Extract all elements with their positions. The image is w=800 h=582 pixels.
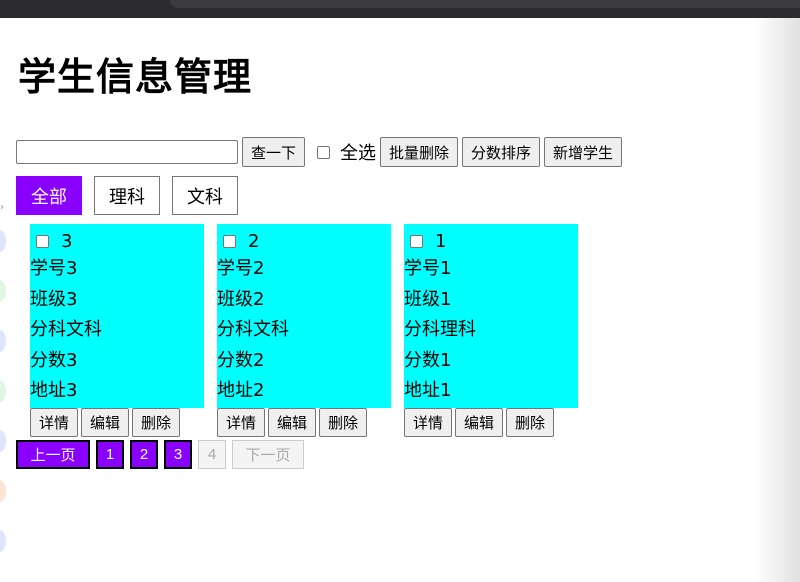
student-address: 地址2 <box>217 380 265 401</box>
student-class: 班级3 <box>30 288 78 310</box>
next-page-button[interactable]: 下一页 <box>232 440 304 469</box>
edit-button[interactable]: 编辑 <box>81 408 130 437</box>
filter-science-button[interactable]: 理科 <box>94 176 160 215</box>
select-all-checkbox[interactable] <box>317 145 331 159</box>
details-button[interactable]: 详情 <box>30 408 79 437</box>
batch-delete-button[interactable]: 批量删除 <box>380 137 459 167</box>
browser-tab-edge <box>170 0 800 8</box>
student-track: 分科文科 <box>30 319 102 340</box>
student-card-actions: 详情 编辑 删除 <box>30 408 204 437</box>
student-number: 学号1 <box>404 258 452 279</box>
student-card-header: 2 <box>217 228 391 254</box>
search-button[interactable]: 查一下 <box>242 137 306 167</box>
side-dot-icon <box>0 330 6 352</box>
page-button-1[interactable]: 1 <box>96 440 124 469</box>
details-button[interactable]: 详情 <box>217 408 266 437</box>
student-address: 地址3 <box>30 380 78 401</box>
details-button[interactable]: 详情 <box>404 408 453 437</box>
page-button-3[interactable]: 3 <box>164 440 192 469</box>
student-card-body: 2 学号2 班级2 分科文科 分数2 地址2 <box>217 224 391 408</box>
side-dot-icon <box>0 480 6 502</box>
window-edge-shadow <box>755 18 800 582</box>
track-filters: 全部 理科 文科 <box>16 176 250 215</box>
sort-by-score-button[interactable]: 分数排序 <box>462 137 541 167</box>
page-button-4[interactable]: 4 <box>198 440 226 469</box>
student-card-body: 1 学号1 班级1 分科理科 分数1 地址1 <box>404 224 578 408</box>
edit-button[interactable]: 编辑 <box>268 408 317 437</box>
toolbar: 查一下 全选 批量删除 分数排序 新增学生 <box>16 137 623 167</box>
select-all[interactable]: 全选 <box>317 139 376 165</box>
student-card-header: 3 <box>30 228 204 254</box>
search-input[interactable] <box>16 140 238 164</box>
student-number: 学号2 <box>217 258 265 279</box>
student-card: 3 学号3 班级3 分科文科 分数3 地址3 详情 编辑 删除 <box>30 224 204 437</box>
student-score: 分数2 <box>217 349 265 371</box>
student-select-checkbox[interactable] <box>223 234 236 248</box>
student-card-body: 3 学号3 班级3 分科文科 分数3 地址3 <box>30 224 204 408</box>
delete-button[interactable]: 删除 <box>506 408 555 437</box>
student-card: 2 学号2 班级2 分科文科 分数2 地址2 详情 编辑 删除 <box>217 224 391 437</box>
add-student-button[interactable]: 新增学生 <box>544 137 623 167</box>
student-select-checkbox[interactable] <box>36 234 49 248</box>
student-track: 分科文科 <box>217 319 289 340</box>
delete-button[interactable]: 删除 <box>319 408 368 437</box>
page-button-2[interactable]: 2 <box>130 440 158 469</box>
filter-arts-button[interactable]: 文科 <box>172 176 238 215</box>
side-dot-icon <box>0 530 6 552</box>
student-card-actions: 详情 编辑 删除 <box>217 408 391 437</box>
browser-top-bar <box>0 0 800 18</box>
prev-page-button[interactable]: 上一页 <box>16 440 90 469</box>
student-id: 2 <box>248 230 260 252</box>
student-class: 班级1 <box>404 288 452 310</box>
student-class: 班级2 <box>217 288 265 310</box>
student-id: 1 <box>435 230 447 252</box>
chevron-right-icon: › <box>0 202 4 213</box>
select-all-label: 全选 <box>340 143 377 164</box>
delete-button[interactable]: 删除 <box>132 408 181 437</box>
student-card-actions: 详情 编辑 删除 <box>404 408 578 437</box>
student-score: 分数3 <box>30 349 78 371</box>
pagination: 上一页 1 2 3 4 下一页 <box>16 440 310 469</box>
filter-all-button[interactable]: 全部 <box>16 176 82 215</box>
side-dot-icon <box>0 280 6 302</box>
student-track: 分科理科 <box>404 319 476 340</box>
student-id: 3 <box>61 230 73 252</box>
student-address: 地址1 <box>404 380 452 401</box>
edit-button[interactable]: 编辑 <box>455 408 504 437</box>
side-dot-icon <box>0 430 6 452</box>
student-select-checkbox[interactable] <box>410 234 423 248</box>
student-card-header: 1 <box>404 228 578 254</box>
student-card: 1 学号1 班级1 分科理科 分数1 地址1 详情 编辑 删除 <box>404 224 578 437</box>
student-number: 学号3 <box>30 258 78 279</box>
student-score: 分数1 <box>404 349 452 371</box>
student-card-list: 3 学号3 班级3 分科文科 分数3 地址3 详情 编辑 删除 2 学号2 班级… <box>30 224 591 437</box>
page-title: 学生信息管理 <box>18 55 253 99</box>
left-side-strip: › <box>0 190 8 582</box>
side-dot-icon <box>0 230 6 252</box>
side-dot-icon <box>0 380 6 402</box>
